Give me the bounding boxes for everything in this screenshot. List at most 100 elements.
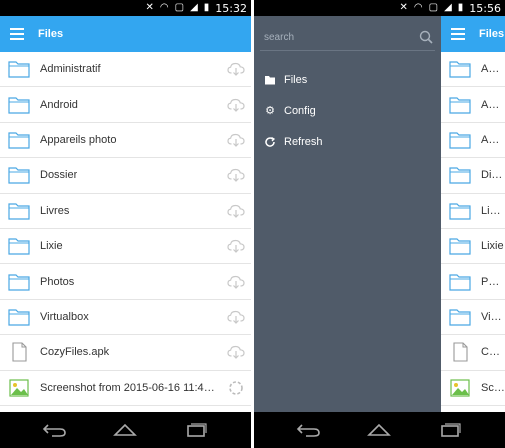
file-row[interactable]: Administratif bbox=[0, 52, 251, 88]
file-name: Livres bbox=[40, 204, 70, 217]
folder-icon bbox=[8, 96, 30, 114]
navigation-bar bbox=[0, 412, 251, 448]
file-row[interactable]: Android bbox=[441, 87, 505, 123]
folder-icon bbox=[449, 61, 471, 78]
file-name: Screenshot from 2015-06-16 11:41:... bbox=[40, 381, 220, 394]
folder-icon bbox=[8, 309, 30, 326]
folder-icon bbox=[8, 238, 30, 255]
home-icon[interactable] bbox=[112, 422, 138, 438]
file-name: Photos bbox=[40, 275, 75, 288]
image-file-icon bbox=[450, 379, 470, 397]
file-name: Lixie bbox=[40, 240, 63, 253]
menu-icon[interactable] bbox=[10, 28, 24, 40]
file-icon bbox=[12, 342, 27, 362]
file-name: Virtualbox bbox=[40, 310, 89, 323]
search-icon[interactable] bbox=[419, 30, 433, 44]
file-name: CozyFiles.apk bbox=[40, 346, 110, 359]
file-row[interactable]: Virtualbox bbox=[441, 300, 505, 336]
file-name: Directory bbox=[481, 169, 505, 182]
phone-screen-right: ✕ ◠ ▢ ◢ ▮ 15:56 Files Administratif Andro… bbox=[254, 0, 505, 448]
drawer-item-label: Config bbox=[284, 104, 316, 117]
folder-icon bbox=[449, 273, 471, 291]
status-time: 15:32 bbox=[215, 1, 247, 15]
file-row[interactable]: Livres bbox=[441, 194, 505, 229]
drawer-item-config[interactable]: ⚙ Config bbox=[254, 95, 441, 126]
search-underline bbox=[260, 50, 435, 51]
phone-screen-left: ✕ ◠ ▢ ◢ ▮ 15:32 Files Administratif Andro… bbox=[0, 0, 251, 448]
cloud-download-icon[interactable] bbox=[227, 309, 245, 325]
cloud-download-icon[interactable] bbox=[227, 61, 245, 77]
menu-icon[interactable] bbox=[451, 28, 465, 40]
wifi-icon: ◠ bbox=[413, 2, 423, 13]
file-name: Administratif bbox=[40, 63, 101, 76]
file-row[interactable]: Screenshot from 2015-06-16 11:41:... bbox=[0, 371, 251, 406]
folder-icon bbox=[449, 96, 471, 114]
file-list: Administratif Android Appareils photo Dossi… bbox=[0, 52, 251, 406]
file-row[interactable]: Lixie bbox=[0, 229, 251, 265]
file-name: Screenshot from 2015-06-16 11:41:... bbox=[481, 381, 505, 394]
back-icon[interactable] bbox=[296, 422, 322, 438]
home-icon[interactable] bbox=[366, 422, 392, 438]
status-time: 15:56 bbox=[469, 1, 501, 15]
file-row[interactable]: Dossier bbox=[0, 158, 251, 194]
file-row[interactable]: CozyFiles.apk bbox=[0, 335, 251, 371]
drawer-item-refresh[interactable]: Refresh bbox=[254, 126, 441, 157]
file-row[interactable]: CozyFiles.apk bbox=[441, 335, 505, 371]
drawer-item-label: Files bbox=[284, 73, 308, 86]
file-list: Administratif Android Appareils photo Direc… bbox=[441, 52, 505, 406]
drawer-item-label: Refresh bbox=[284, 135, 323, 148]
status-bar: ✕ ◠ ▢ ◢ ▮ 15:56 bbox=[254, 0, 505, 16]
drawer-item-files[interactable]: Files bbox=[254, 64, 441, 95]
signal-icon: ◢ bbox=[444, 2, 452, 13]
file-name: Android bbox=[481, 98, 505, 111]
file-name: Photos bbox=[481, 275, 505, 288]
cloud-download-icon[interactable] bbox=[227, 203, 245, 219]
file-row[interactable]: Screenshot from 2015-06-16 11:41:... bbox=[441, 371, 505, 406]
file-row[interactable]: Lixie bbox=[441, 229, 505, 265]
file-name: Virtualbox bbox=[481, 310, 505, 323]
nfc-icon: ▢ bbox=[174, 2, 185, 13]
cloud-download-icon[interactable] bbox=[227, 167, 245, 183]
file-row[interactable]: Directory bbox=[441, 158, 505, 194]
cloud-download-icon[interactable] bbox=[227, 274, 245, 290]
bluetooth-off-icon: ✕ bbox=[399, 2, 408, 13]
cloud-download-icon[interactable] bbox=[227, 344, 245, 360]
recents-icon[interactable] bbox=[437, 422, 463, 438]
cloud-download-icon[interactable] bbox=[227, 132, 245, 148]
file-row[interactable]: Virtualbox bbox=[0, 300, 251, 336]
navigation-bar bbox=[254, 412, 505, 448]
file-icon bbox=[453, 342, 468, 362]
folder-icon bbox=[8, 203, 30, 220]
folder-icon bbox=[8, 167, 30, 184]
search-bar[interactable]: search bbox=[264, 26, 433, 48]
back-icon[interactable] bbox=[42, 422, 68, 438]
file-row[interactable]: Photos bbox=[0, 264, 251, 300]
folder-icon bbox=[8, 132, 30, 149]
folder-icon bbox=[449, 238, 471, 255]
folder-icon bbox=[449, 132, 471, 149]
file-row[interactable]: Administratif bbox=[441, 52, 505, 88]
app-title: Files bbox=[38, 28, 64, 40]
folder-icon bbox=[265, 75, 275, 84]
cloud-download-icon[interactable] bbox=[227, 97, 245, 113]
file-row[interactable]: Appareils photo bbox=[0, 123, 251, 159]
folder-icon bbox=[449, 167, 471, 184]
file-name: Appareils photo bbox=[40, 133, 117, 146]
bluetooth-off-icon: ✕ bbox=[145, 2, 154, 13]
syncing-icon bbox=[229, 380, 243, 395]
file-row[interactable]: Photos bbox=[441, 264, 505, 300]
wifi-icon: ◠ bbox=[159, 2, 169, 13]
file-name: Administratif bbox=[481, 63, 505, 76]
file-name: CozyFiles.apk bbox=[481, 346, 505, 359]
recents-icon[interactable] bbox=[183, 422, 209, 438]
file-name: Dossier bbox=[40, 169, 78, 182]
cloud-download-icon[interactable] bbox=[227, 238, 245, 254]
search-input[interactable]: search bbox=[264, 32, 419, 43]
file-row[interactable]: Livres bbox=[0, 194, 251, 229]
file-row[interactable]: Appareils photo bbox=[441, 123, 505, 159]
navigation-drawer: search Files ⚙ Config Refresh bbox=[254, 16, 441, 412]
status-bar: ✕ ◠ ▢ ◢ ▮ 15:32 bbox=[0, 0, 251, 16]
file-name: Livres bbox=[481, 204, 505, 217]
folder-icon bbox=[449, 309, 471, 326]
file-row[interactable]: Android bbox=[0, 87, 251, 123]
